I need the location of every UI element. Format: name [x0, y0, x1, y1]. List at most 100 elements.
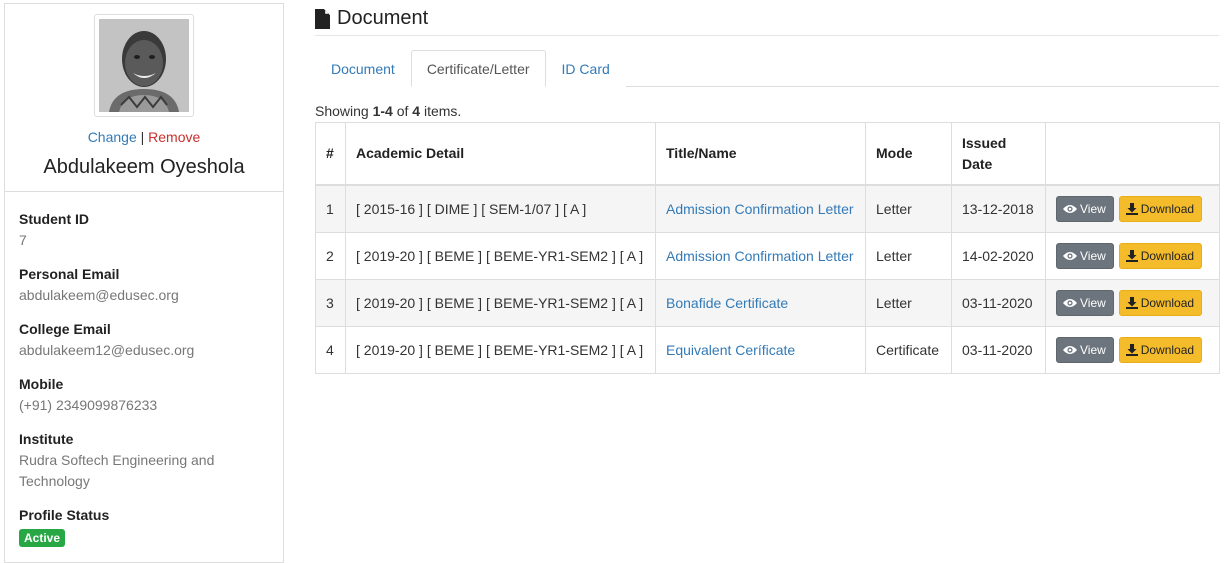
summary-total: 4: [412, 103, 421, 119]
page-header: Document: [315, 0, 1219, 36]
row-number: 4: [315, 326, 346, 374]
download-label: Download: [1140, 343, 1195, 357]
title-cell: Bonafide Certificate: [655, 279, 866, 327]
column-header-title: Title/Name: [655, 122, 866, 186]
avatar: [99, 19, 189, 112]
detail-personal-email: Personal Email abdulakeem@edusec.org: [19, 264, 269, 306]
row-actions: View Download: [1045, 184, 1220, 233]
table-row: 3 [ 2019-20 ] [ BEME ] [ BEME-YR1-SEM2 ]…: [315, 279, 1220, 327]
student-photo: [94, 14, 194, 117]
document-title-link[interactable]: Admission Confirmation Letter: [666, 201, 854, 217]
issued-date: 13-12-2018: [951, 184, 1046, 233]
download-icon: [1125, 344, 1138, 356]
download-button[interactable]: Download: [1118, 196, 1203, 222]
page-title: Document: [337, 7, 429, 29]
view-button[interactable]: View: [1056, 337, 1114, 363]
view-label: View: [1080, 296, 1106, 310]
academic-detail: [ 2019-20 ] [ BEME ] [ BEME-YR1-SEM2 ] […: [345, 279, 656, 327]
table-header-row: # Academic Detail Title/Name Mode Issued…: [315, 122, 1220, 186]
download-button[interactable]: Download: [1118, 337, 1203, 363]
detail-profile-status: Profile Status Active: [19, 505, 269, 547]
grid-summary: Showing 1-4 of 4 items.: [315, 103, 1219, 119]
academic-detail: [ 2019-20 ] [ BEME ] [ BEME-YR1-SEM2 ] […: [345, 232, 656, 280]
detail-value: (+91) 2349099876233: [19, 397, 158, 413]
separator: |: [140, 129, 145, 145]
tab-document[interactable]: Document: [315, 50, 411, 87]
eye-icon: [1063, 299, 1077, 307]
summary-prefix: Showing: [315, 103, 373, 119]
summary-middle: of: [392, 103, 413, 119]
detail-value: abdulakeem12@edusec.org: [19, 342, 195, 358]
view-label: View: [1080, 343, 1106, 357]
tab-certificate-letter[interactable]: Certificate/Letter: [410, 50, 546, 87]
view-button[interactable]: View: [1056, 290, 1114, 316]
detail-institute: Institute Rudra Softech Engineering and …: [19, 429, 269, 492]
summary-suffix: items.: [420, 103, 462, 119]
column-header-issued-date: Issued Date: [951, 122, 1046, 186]
column-header-mode: Mode: [865, 122, 952, 186]
download-label: Download: [1140, 249, 1195, 263]
eye-icon: [1063, 346, 1077, 354]
issued-date: 03-11-2020: [951, 326, 1046, 374]
photo-actions: Change | Remove: [5, 127, 283, 147]
title-cell: Equivalent Ceríficate: [655, 326, 866, 374]
document-title-link[interactable]: Equivalent Ceríficate: [666, 342, 795, 358]
tab-id-card[interactable]: ID Card: [545, 50, 626, 87]
main-content: Document Document Certificate/Letter ID …: [315, 0, 1220, 374]
student-name: Abdulakeem Oyeshola: [43, 156, 245, 178]
detail-college-email: College Email abdulakeem12@edusec.org: [19, 319, 269, 361]
issued-date: 03-11-2020: [951, 279, 1046, 327]
download-icon: [1125, 203, 1138, 215]
detail-mobile: Mobile (+91) 2349099876233: [19, 374, 269, 416]
academic-detail: [ 2015-16 ] [ DIME ] [ SEM-1/07 ] [ A ]: [345, 184, 656, 233]
detail-label: College Email: [19, 321, 111, 337]
download-button[interactable]: Download: [1118, 290, 1203, 316]
view-label: View: [1080, 202, 1106, 216]
table-row: 2 [ 2019-20 ] [ BEME ] [ BEME-YR1-SEM2 ]…: [315, 232, 1220, 280]
detail-value: Rudra Softech Engineering and Technology: [19, 452, 215, 489]
row-actions: View Download: [1045, 279, 1220, 327]
status-badge: Active: [19, 529, 66, 547]
view-button[interactable]: View: [1056, 243, 1114, 269]
row-number: 2: [315, 232, 346, 280]
academic-detail: [ 2019-20 ] [ BEME ] [ BEME-YR1-SEM2 ] […: [345, 326, 656, 374]
remove-photo-link[interactable]: Remove: [148, 129, 200, 145]
column-header-academic-detail: Academic Detail: [345, 122, 656, 186]
detail-value: 7: [19, 232, 27, 248]
row-number: 3: [315, 279, 346, 327]
mode: Letter: [865, 184, 952, 233]
profile-details: Student ID 7 Personal Email abdulakeem@e…: [5, 192, 283, 547]
detail-label: Personal Email: [19, 266, 120, 282]
detail-label: Student ID: [19, 211, 89, 227]
detail-student-id: Student ID 7: [19, 209, 269, 251]
student-profile-panel: Change | Remove Abdulakeem Oyeshola Stud…: [4, 3, 284, 563]
summary-range: 1-4: [372, 103, 393, 119]
download-label: Download: [1140, 296, 1195, 310]
row-actions: View Download: [1045, 326, 1220, 374]
column-header-actions: [1045, 122, 1220, 186]
change-photo-link[interactable]: Change: [88, 129, 137, 145]
title-cell: Admission Confirmation Letter: [655, 232, 866, 280]
mode: Letter: [865, 232, 952, 280]
detail-label: Mobile: [19, 376, 64, 392]
download-label: Download: [1140, 202, 1195, 216]
mode: Certificate: [865, 326, 952, 374]
file-icon: [315, 8, 330, 29]
document-title-link[interactable]: Admission Confirmation Letter: [666, 248, 854, 264]
document-title-link[interactable]: Bonafide Certificate: [666, 295, 788, 311]
table-row: 4 [ 2019-20 ] [ BEME ] [ BEME-YR1-SEM2 ]…: [315, 326, 1220, 374]
column-header-number: #: [315, 122, 346, 186]
eye-icon: [1063, 205, 1077, 213]
view-label: View: [1080, 249, 1106, 263]
download-button[interactable]: Download: [1118, 243, 1203, 269]
eye-icon: [1063, 252, 1077, 260]
title-cell: Admission Confirmation Letter: [655, 184, 866, 233]
row-number: 1: [315, 184, 346, 233]
table-row: 1 [ 2015-16 ] [ DIME ] [ SEM-1/07 ] [ A …: [315, 184, 1220, 233]
issued-date-header-label: Issued Date: [962, 134, 1007, 172]
issued-date: 14-02-2020: [951, 232, 1046, 280]
document-tabs: Document Certificate/Letter ID Card: [315, 50, 1219, 87]
detail-label: Profile Status: [19, 507, 110, 523]
certificate-table: # Academic Detail Title/Name Mode Issued…: [315, 122, 1220, 374]
view-button[interactable]: View: [1056, 196, 1114, 222]
